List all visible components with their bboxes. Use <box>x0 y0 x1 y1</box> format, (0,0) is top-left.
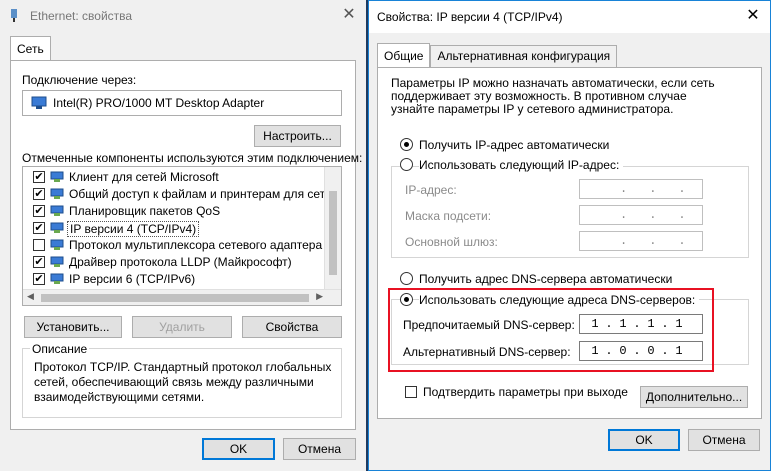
left-cancel-button[interactable]: Отмена <box>283 438 356 460</box>
component-label: Общий доступ к файлам и принтерам для се… <box>69 187 342 201</box>
component-label: IP версии 4 (TCP/IPv4) <box>67 221 200 237</box>
list-item[interactable]: ✔ IP версии 6 (TCP/IPv6) <box>23 271 323 288</box>
component-label: Клиент для сетей Microsoft <box>69 170 219 184</box>
remove-button[interactable]: Удалить <box>132 316 232 338</box>
gateway-input[interactable]: ... <box>579 231 703 251</box>
subnet-mask-label: Маска подсети: <box>405 209 492 223</box>
list-item[interactable]: Протокол мультиплексора сетевого адаптер… <box>23 237 341 254</box>
ipv4-properties-window: Свойства: IP версии 4 (TCP/IPv4) ✕ Общие… <box>368 0 771 471</box>
advanced-button[interactable]: Дополнительно... <box>640 386 748 408</box>
component-checkbox[interactable]: ✔ <box>33 273 45 285</box>
left-ok-button[interactable]: OK <box>202 438 275 460</box>
dns-manual-label[interactable]: Использовать следующие адреса DNS-сервер… <box>419 293 700 307</box>
configure-button[interactable]: Настроить... <box>254 125 341 147</box>
tab-network[interactable]: Сеть <box>10 36 51 60</box>
components-label: Отмеченные компоненты используются этим … <box>22 151 363 165</box>
component-label: Планировщик пакетов QoS <box>69 204 221 218</box>
component-icon <box>50 273 64 285</box>
properties-button[interactable]: Свойства <box>242 316 342 338</box>
ip-auto-label[interactable]: Получить IP-адрес автоматически <box>419 138 609 152</box>
left-close-button[interactable]: ✕ <box>340 7 358 25</box>
left-titlebar: Ethernet: свойства ✕ <box>0 0 366 32</box>
list-item[interactable]: ✔ IP версии 4 (TCP/IPv4) <box>23 220 323 237</box>
connect-via-label: Подключение через: <box>22 73 137 87</box>
preferred-dns-input[interactable]: 1. 1. 1. 1 <box>579 314 703 334</box>
component-label: IP версии 6 (TCP/IPv6) <box>69 272 196 286</box>
component-icon <box>50 171 64 183</box>
right-close-button[interactable]: ✕ <box>744 8 762 26</box>
list-item[interactable]: ✔ Планировщик пакетов QoS <box>23 203 323 220</box>
install-button[interactable]: Установить... <box>24 316 122 338</box>
adapter-name: Intel(R) PRO/1000 MT Desktop Adapter <box>53 96 265 110</box>
list-item[interactable]: ✔ Драйвер протокола LLDP (Майкрософт) <box>23 254 323 271</box>
component-label: Протокол мультиплексора сетевого адаптер… <box>69 238 342 252</box>
ip-manual-label[interactable]: Использовать следующий IP-адрес: <box>419 158 624 172</box>
adapter-field: Intel(R) PRO/1000 MT Desktop Adapter <box>22 90 342 116</box>
horizontal-scrollbar[interactable]: ◀ ▶ <box>23 289 341 305</box>
right-window-title: Свойства: IP версии 4 (TCP/IPv4) <box>377 10 563 24</box>
ip-address-label: IP-адрес: <box>405 183 457 197</box>
alternate-dns-label: Альтернативный DNS-сервер: <box>403 345 571 359</box>
description-heading: Описание <box>30 342 90 356</box>
component-checkbox[interactable]: ✔ <box>33 205 45 217</box>
vertical-scrollbar[interactable] <box>324 167 341 291</box>
preferred-dns-label: Предпочитаемый DNS-сервер: <box>403 318 575 332</box>
component-icon <box>50 239 64 251</box>
dns-manual-radio[interactable] <box>400 293 413 306</box>
component-icon <box>50 188 64 200</box>
validate-label[interactable]: Подтвердить параметры при выходе <box>423 385 628 399</box>
dns-auto-label[interactable]: Получить адрес DNS-сервера автоматически <box>419 272 672 286</box>
dns-auto-radio[interactable] <box>400 272 413 285</box>
gateway-label: Основной шлюз: <box>405 235 498 249</box>
tab-alternate-config[interactable]: Альтернативная конфигурация <box>430 45 618 67</box>
right-ok-button[interactable]: OK <box>608 429 680 451</box>
component-checkbox[interactable]: ✔ <box>33 188 45 200</box>
right-cancel-button[interactable]: Отмена <box>688 429 760 451</box>
components-list: ✔ Клиент для сетей Microsoft ✔ Общий доступ… <box>22 166 342 306</box>
component-checkbox[interactable]: ✔ <box>33 171 45 183</box>
tab-general[interactable]: Общие <box>377 43 431 67</box>
intro-text: Параметры IP можно назначать автоматичес… <box>391 76 715 116</box>
left-window-title: Ethernet: свойства <box>30 9 133 23</box>
ip-manual-radio[interactable] <box>400 158 413 171</box>
scroll-left-icon[interactable]: ◀ <box>27 291 34 302</box>
adapter-icon <box>31 96 47 113</box>
component-checkbox[interactable]: ✔ <box>33 222 45 234</box>
right-titlebar: Свойства: IP версии 4 (TCP/IPv4) ✕ <box>369 1 770 33</box>
component-icon <box>50 205 64 217</box>
component-checkbox[interactable]: ✔ <box>33 256 45 268</box>
component-label: Драйвер протокола LLDP (Майкрософт) <box>69 255 292 269</box>
component-icon <box>50 256 64 268</box>
description-text: Протокол TCP/IP. Стандартный протокол гл… <box>34 360 332 404</box>
ip-auto-radio[interactable] <box>400 138 413 151</box>
list-item[interactable]: ✔ Клиент для сетей Microsoft <box>23 169 323 186</box>
subnet-mask-input[interactable]: ... <box>579 205 703 225</box>
ethernet-properties-window: Ethernet: свойства ✕ Сеть Подключение че… <box>0 0 366 471</box>
validate-checkbox[interactable] <box>405 386 417 398</box>
alternate-dns-input[interactable]: 1. 0. 0. 1 <box>579 341 703 361</box>
component-checkbox[interactable] <box>33 239 45 251</box>
ip-address-input[interactable]: ... <box>579 179 703 199</box>
list-item[interactable]: ✔ Общий доступ к файлам и принтерам для с… <box>23 186 341 203</box>
scroll-right-icon[interactable]: ▶ <box>316 291 323 302</box>
network-icon <box>8 9 20 23</box>
component-icon <box>50 222 64 234</box>
